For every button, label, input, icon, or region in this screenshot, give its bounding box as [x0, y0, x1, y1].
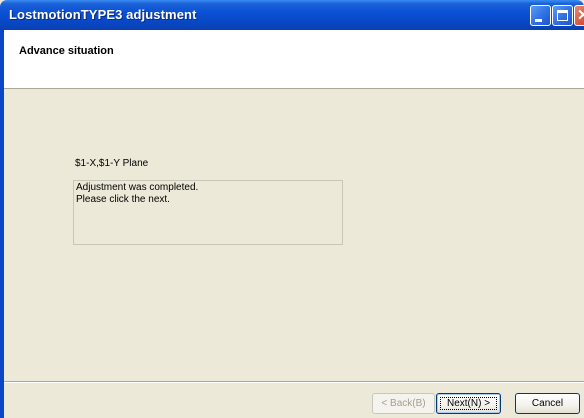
wizard-window: LostmotionTYPE3 adjustment ✕ Advance sit… [0, 0, 584, 418]
minimize-button[interactable] [530, 5, 551, 26]
close-icon: ✕ [577, 7, 584, 24]
button-separator [4, 381, 584, 383]
minimize-icon [535, 19, 542, 22]
window-title: LostmotionTYPE3 adjustment [9, 7, 197, 22]
message-line: Adjustment was completed. [76, 182, 199, 193]
close-button[interactable]: ✕ [574, 5, 584, 26]
cancel-button[interactable]: Cancel [515, 393, 580, 414]
plane-label: $1-X,$1-Y Plane [75, 158, 149, 169]
page-title: Advance situation [19, 45, 114, 57]
next-button[interactable]: Next(N) > [436, 393, 501, 414]
focus-indicator [440, 397, 497, 410]
title-bar[interactable]: LostmotionTYPE3 adjustment ✕ [0, 0, 584, 30]
back-button[interactable]: < Back(B) [372, 393, 435, 414]
message-line: Please click the next. [76, 194, 170, 205]
wizard-header: Advance situation [4, 30, 584, 89]
maximize-icon [557, 10, 568, 21]
message-box[interactable]: Adjustment was completed. Please click t… [73, 180, 343, 245]
maximize-button[interactable] [552, 5, 573, 26]
